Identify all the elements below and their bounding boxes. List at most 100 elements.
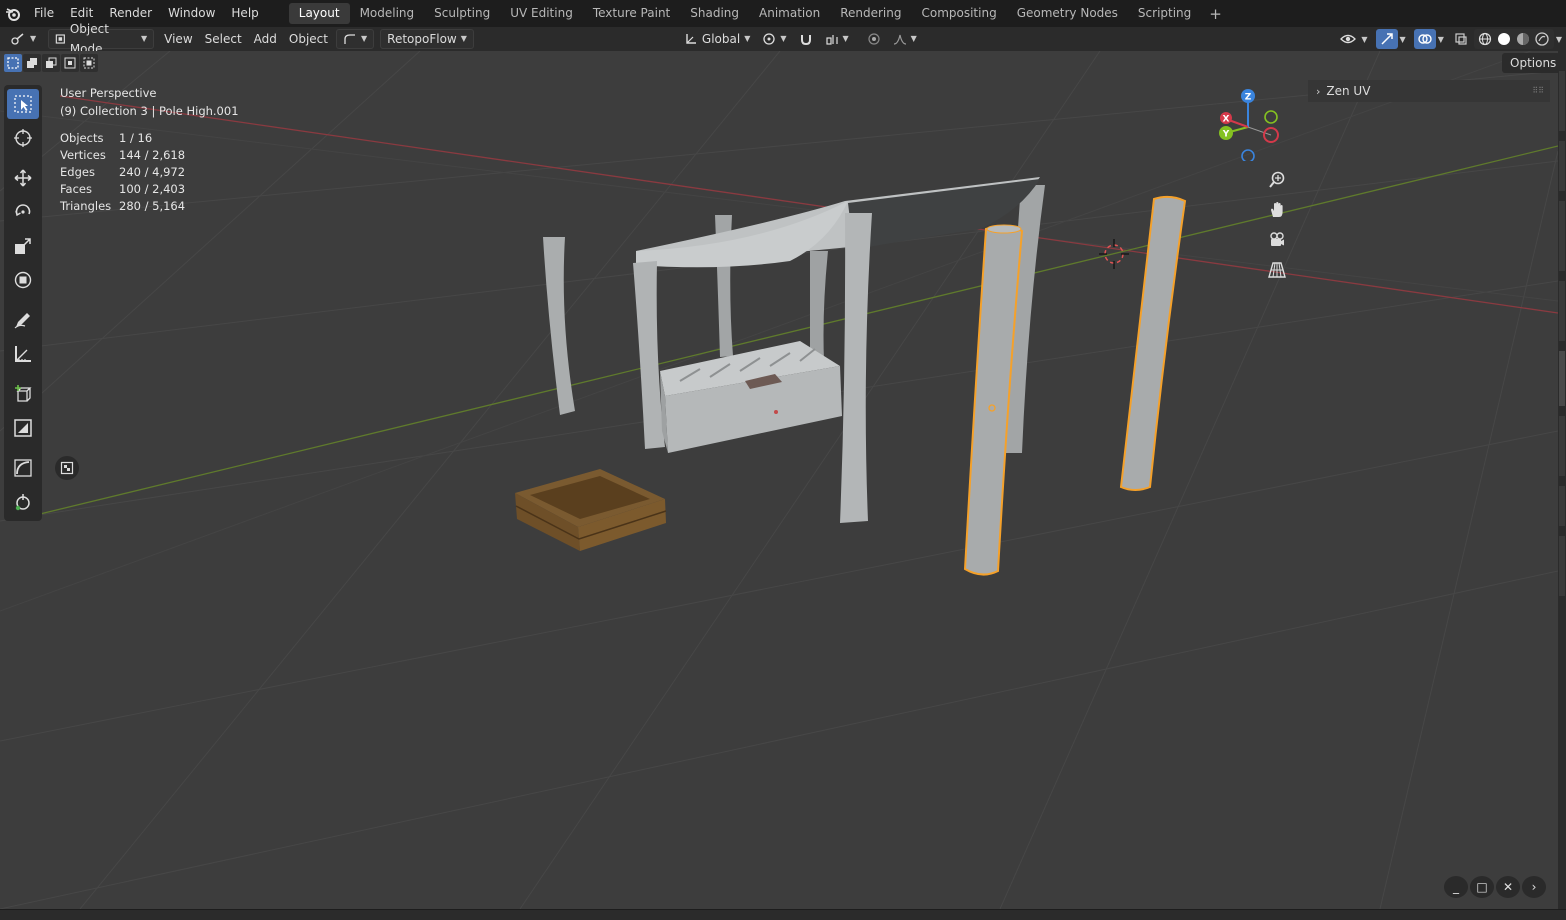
expand-button[interactable]: › bbox=[1522, 876, 1546, 898]
xray-toggle[interactable] bbox=[1450, 29, 1472, 49]
maximize-button[interactable]: □ bbox=[1470, 876, 1494, 898]
add-cube-tool[interactable] bbox=[4, 377, 42, 411]
add-workspace-button[interactable]: + bbox=[1201, 5, 1230, 23]
perspective-toggle-button[interactable] bbox=[1264, 258, 1290, 282]
retopoflow-menu[interactable]: RetopoFlow ▼ bbox=[380, 29, 474, 49]
stat-row: Objects 1 / 16 bbox=[60, 131, 153, 145]
chevron-down-icon: ▼ bbox=[780, 34, 787, 43]
overlays-toggle[interactable] bbox=[1413, 29, 1436, 49]
measure-tool[interactable] bbox=[4, 337, 42, 371]
snap-grid-icon bbox=[825, 35, 838, 45]
blender-logo-icon[interactable] bbox=[0, 0, 26, 27]
scale-tool[interactable] bbox=[4, 229, 42, 263]
sidebar-tab[interactable] bbox=[1559, 141, 1565, 191]
sidebar-tab[interactable] bbox=[1559, 486, 1565, 526]
curve-icon bbox=[344, 34, 355, 44]
close-button[interactable]: ✕ bbox=[1496, 876, 1520, 898]
curve-tool-dropdown[interactable]: ▼ bbox=[336, 29, 375, 49]
material-shading-button[interactable] bbox=[1514, 29, 1533, 49]
navigation-gizmo[interactable]: Z Y X bbox=[1212, 87, 1286, 161]
select-extend-button[interactable] bbox=[23, 54, 41, 72]
select-subtract-icon bbox=[46, 57, 57, 68]
move-tool[interactable] bbox=[4, 161, 42, 195]
menu-file[interactable]: File bbox=[26, 0, 62, 27]
tab-scripting[interactable]: Scripting bbox=[1128, 3, 1201, 24]
rendered-shading-button[interactable] bbox=[1533, 29, 1552, 49]
gizmo-toggle[interactable] bbox=[1375, 29, 1398, 49]
menu-window[interactable]: Window bbox=[160, 0, 223, 27]
stat-row: Triangles 280 / 5,164 bbox=[60, 199, 186, 213]
pan-button[interactable] bbox=[1264, 198, 1290, 222]
sidebar-tab[interactable] bbox=[1559, 536, 1565, 596]
select-box-tool[interactable] bbox=[4, 87, 42, 121]
selection-mode-group bbox=[4, 54, 98, 72]
proportional-icon bbox=[868, 33, 880, 45]
tab-animation[interactable]: Animation bbox=[749, 3, 830, 24]
camera-view-button[interactable] bbox=[1264, 228, 1290, 252]
orientation-label: Global bbox=[701, 32, 741, 46]
snap-target-dropdown[interactable]: ▼ bbox=[819, 29, 855, 49]
annotate-tool[interactable] bbox=[4, 303, 42, 337]
proportional-falloff-dropdown[interactable]: ▼ bbox=[887, 29, 923, 49]
options-dropdown[interactable]: Options ▼ bbox=[1502, 53, 1558, 89]
menu-object[interactable]: Object bbox=[283, 29, 334, 49]
curve-draw-tool[interactable] bbox=[4, 451, 42, 485]
transform-orientation-dropdown[interactable]: Global ▼ bbox=[678, 29, 756, 49]
select-new-button[interactable] bbox=[4, 54, 22, 72]
visibility-dropdown[interactable] bbox=[1337, 29, 1359, 49]
addon-tool[interactable] bbox=[4, 485, 42, 519]
square-inset-icon bbox=[14, 419, 32, 437]
cursor-tool[interactable] bbox=[4, 121, 42, 155]
zen-uv-panel-header[interactable]: › Zen UV ⠿⠿ bbox=[1308, 80, 1550, 102]
sidebar-tab[interactable] bbox=[1559, 201, 1565, 271]
transform-tool[interactable] bbox=[4, 263, 42, 297]
tab-shading[interactable]: Shading bbox=[680, 3, 749, 24]
tab-geometry-nodes[interactable]: Geometry Nodes bbox=[1007, 3, 1128, 24]
rotate-tool[interactable] bbox=[4, 195, 42, 229]
menu-help[interactable]: Help bbox=[223, 0, 266, 27]
tab-layout[interactable]: Layout bbox=[288, 3, 350, 24]
addon-tool-icon bbox=[15, 494, 30, 511]
viewport-corner-controls: _ □ ✕ › bbox=[1444, 876, 1546, 898]
tab-texture-paint[interactable]: Texture Paint bbox=[583, 3, 680, 24]
tab-uv-editing[interactable]: UV Editing bbox=[500, 3, 583, 24]
camera-icon bbox=[1270, 232, 1284, 246]
sidebar-tab[interactable] bbox=[1559, 416, 1565, 476]
chevron-down-icon: ▼ bbox=[1437, 34, 1444, 44]
3d-viewport[interactable]: User Perspective (9) Collection 3 | Pole… bbox=[0, 51, 1558, 909]
tab-modeling[interactable]: Modeling bbox=[350, 3, 425, 24]
menu-add[interactable]: Add bbox=[248, 29, 283, 49]
quick-retopo-tool[interactable] bbox=[4, 411, 42, 445]
menu-select[interactable]: Select bbox=[199, 29, 248, 49]
menu-view[interactable]: View bbox=[158, 29, 198, 49]
wireframe-shading-button[interactable] bbox=[1476, 29, 1495, 49]
proportional-edit-toggle[interactable] bbox=[861, 29, 887, 49]
solid-shading-button[interactable] bbox=[1495, 29, 1514, 49]
tab-compositing[interactable]: Compositing bbox=[911, 3, 1006, 24]
sidebar-tab[interactable] bbox=[1559, 281, 1565, 341]
drag-handle-icon[interactable]: ⠿⠿ bbox=[1532, 86, 1544, 95]
snap-toggle[interactable] bbox=[793, 29, 819, 49]
editor-type-button[interactable]: ▼ bbox=[4, 29, 42, 49]
sidebar-tab[interactable] bbox=[1559, 351, 1565, 406]
tab-rendering[interactable]: Rendering bbox=[830, 3, 911, 24]
pencil-icon bbox=[14, 313, 30, 329]
sidebar-tab-strip[interactable] bbox=[1558, 51, 1566, 909]
zoom-button[interactable] bbox=[1264, 168, 1290, 192]
minimize-button[interactable]: _ bbox=[1444, 876, 1468, 898]
minimize-icon: _ bbox=[1453, 880, 1459, 894]
perspective-label: User Perspective bbox=[60, 86, 157, 100]
select-intersect-button[interactable] bbox=[80, 54, 98, 72]
checker-tool-button[interactable] bbox=[55, 456, 79, 480]
retopoflow-label: RetopoFlow bbox=[387, 32, 457, 46]
mode-selector[interactable]: Object Mode ▼ bbox=[48, 22, 155, 56]
select-invert-button[interactable] bbox=[61, 54, 79, 72]
sidebar-tab[interactable] bbox=[1559, 71, 1565, 131]
select-subtract-button[interactable] bbox=[42, 54, 60, 72]
options-label: Options bbox=[1510, 56, 1557, 70]
pivot-point-dropdown[interactable]: ▼ bbox=[756, 29, 792, 49]
status-bar bbox=[0, 909, 1566, 920]
tab-sculpting[interactable]: Sculpting bbox=[424, 3, 500, 24]
overlays-icon bbox=[1417, 34, 1432, 44]
scene-canvas[interactable] bbox=[0, 51, 1558, 909]
